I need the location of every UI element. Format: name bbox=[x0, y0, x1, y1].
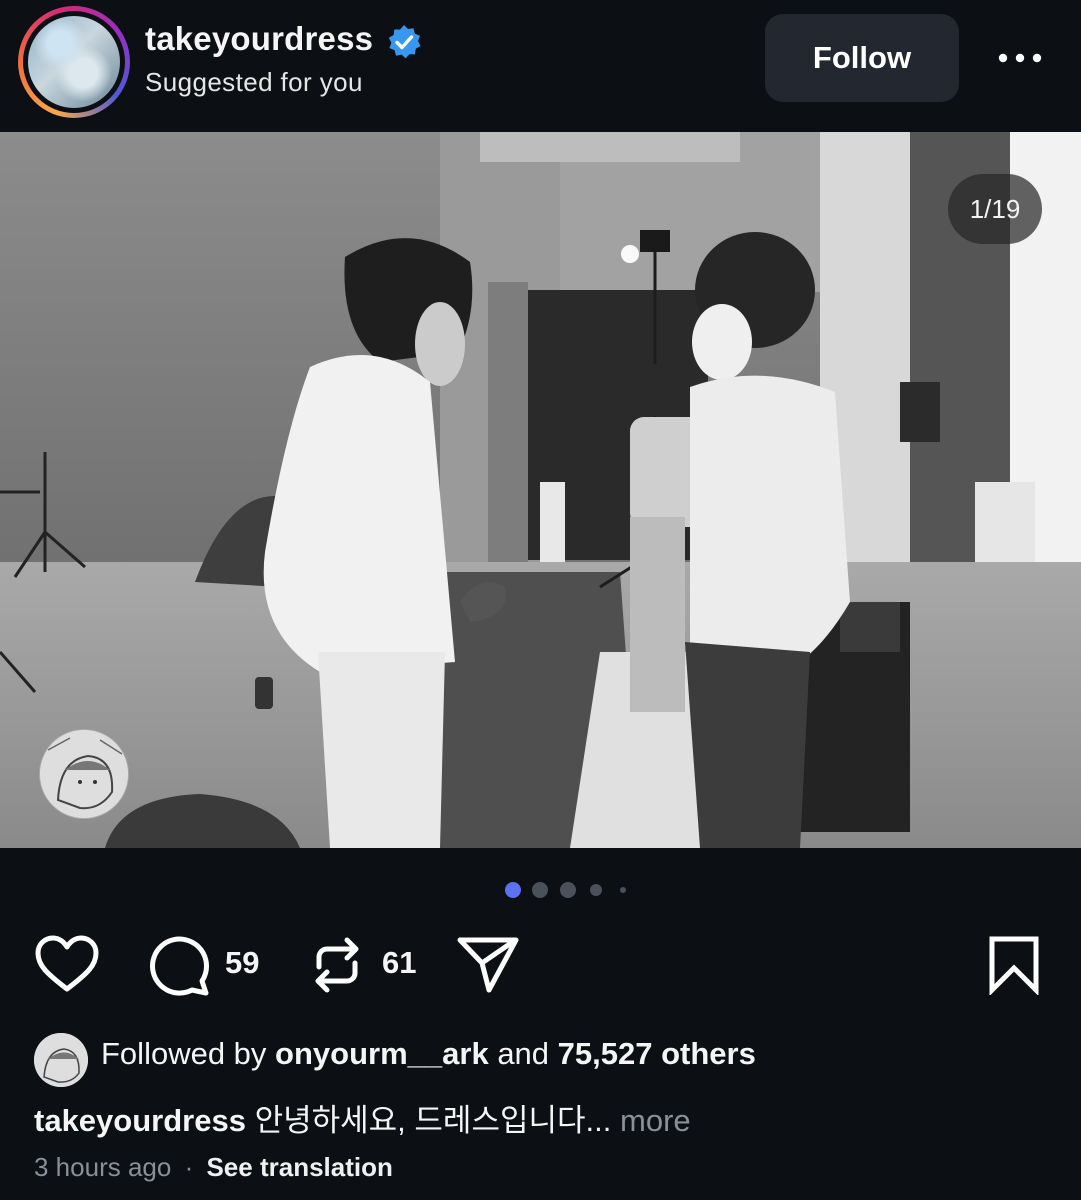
avatar-ring-gap bbox=[23, 11, 125, 113]
follow-button[interactable]: Follow bbox=[765, 14, 959, 102]
post-header: takeyourdress Suggested for you Follow bbox=[0, 0, 1081, 132]
see-translation-link[interactable]: See translation bbox=[206, 1152, 392, 1182]
followed-prefix: Followed by bbox=[101, 1036, 267, 1071]
carousel-dot bbox=[620, 887, 626, 893]
username[interactable]: takeyourdress bbox=[145, 20, 373, 58]
carousel-dot bbox=[590, 884, 602, 896]
followed-user-link[interactable]: onyourm__ark bbox=[275, 1036, 489, 1071]
tagged-user-avatar[interactable] bbox=[39, 729, 129, 819]
bookmark-icon[interactable] bbox=[986, 935, 1042, 995]
verified-badge-icon bbox=[388, 25, 421, 59]
caption-username[interactable]: takeyourdress bbox=[34, 1103, 246, 1138]
caption-text: 안녕하세요, 드레스입니다... bbox=[254, 1103, 612, 1138]
sketch-portrait-icon bbox=[34, 1033, 88, 1087]
suggested-label: Suggested for you bbox=[145, 67, 363, 97]
repost-count: 61 bbox=[382, 945, 417, 980]
followed-and: and bbox=[497, 1036, 550, 1071]
comment-icon[interactable] bbox=[146, 935, 210, 997]
followed-others-link[interactable]: 75,527 others bbox=[558, 1036, 756, 1071]
caption: takeyourdress 안녕하세요, 드레스입니다... more bbox=[34, 1095, 691, 1140]
post-photo[interactable] bbox=[0, 132, 1081, 848]
post-meta: 3 hours ago · See translation bbox=[34, 1152, 393, 1183]
send-icon[interactable] bbox=[456, 935, 520, 995]
profile-avatar[interactable] bbox=[18, 6, 130, 118]
heart-icon[interactable] bbox=[34, 935, 100, 995]
repost-icon[interactable] bbox=[305, 933, 369, 997]
more-link[interactable]: more bbox=[620, 1103, 691, 1138]
carousel-dot bbox=[560, 882, 576, 898]
ellipsis-icon[interactable] bbox=[995, 48, 1045, 68]
carousel-dot-active bbox=[505, 882, 521, 898]
followed-by-text: Followed by onyourm__ark and 75,527 othe… bbox=[101, 1036, 756, 1072]
timestamp: 3 hours ago bbox=[34, 1152, 172, 1182]
carousel-indicator bbox=[0, 880, 1081, 900]
sketch-portrait-icon bbox=[40, 730, 128, 818]
follower-avatar[interactable] bbox=[34, 1033, 88, 1087]
carousel-counter: 1/19 bbox=[948, 174, 1042, 244]
photo-scene bbox=[0, 132, 1081, 848]
comment-count: 59 bbox=[225, 945, 260, 980]
carousel-dot bbox=[532, 882, 548, 898]
meta-separator: · bbox=[184, 1152, 194, 1182]
avatar-image bbox=[28, 16, 120, 108]
